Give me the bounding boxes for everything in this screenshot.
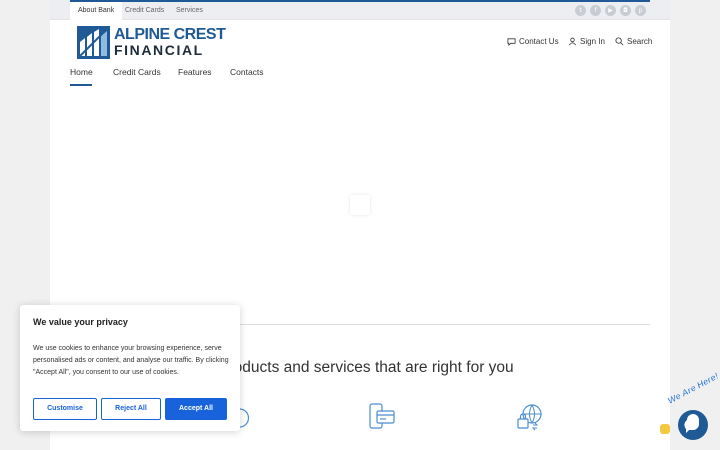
contact-us-link[interactable]: Contact Us (507, 37, 559, 46)
facebook-icon[interactable]: f (590, 5, 601, 16)
secure-globe-icon[interactable] (516, 403, 544, 431)
logo-mark-icon (77, 26, 110, 59)
chat-icon (684, 414, 699, 433)
cookie-title: We value your privacy (33, 317, 128, 327)
search-label: Search (627, 37, 653, 46)
nav-contacts[interactable]: Contacts (230, 67, 264, 77)
accept-all-button[interactable]: Accept All (165, 398, 227, 420)
chat-launcher-button[interactable] (678, 410, 708, 440)
instagram-icon[interactable]: ◘ (620, 5, 631, 16)
chat-bubble-icon (507, 38, 516, 46)
youtube-icon[interactable]: ▶ (605, 5, 616, 16)
sign-in-label: Sign In (580, 37, 605, 46)
nav-credit-cards[interactable]: Credit Cards (113, 67, 161, 77)
top-tab-services[interactable]: Services (176, 2, 203, 20)
brand-logo[interactable]: ALPINE CREST FINANCIAL (77, 26, 226, 60)
user-icon (569, 37, 576, 46)
brand-name-line2: FINANCIAL (114, 42, 204, 58)
reject-all-button[interactable]: Reject All (101, 398, 161, 420)
contact-us-label: Contact Us (519, 37, 559, 46)
social-links: t f ▶ ◘ p (575, 5, 646, 16)
top-tab-credit-cards[interactable]: Credit Cards (125, 2, 164, 20)
cookie-body: We use cookies to enhance your browsing … (33, 345, 229, 376)
pinterest-icon[interactable]: p (635, 5, 646, 16)
search-icon (615, 37, 624, 46)
mobile-card-icon[interactable] (368, 403, 396, 431)
chat-hand-icon (660, 424, 670, 434)
search-link[interactable]: Search (615, 37, 652, 46)
twitter-icon[interactable]: t (575, 5, 586, 16)
sign-in-link[interactable]: Sign In (568, 37, 605, 46)
nav-features[interactable]: Features (178, 67, 212, 77)
loading-spinner (350, 195, 370, 215)
nav-active-indicator (70, 84, 92, 86)
top-tab-about-bank[interactable]: About Bank (70, 2, 123, 20)
cookie-consent-dialog: We value your privacy We use cookies to … (20, 305, 240, 431)
customise-button[interactable]: Customise (33, 398, 97, 420)
nav-home[interactable]: Home (70, 67, 93, 77)
